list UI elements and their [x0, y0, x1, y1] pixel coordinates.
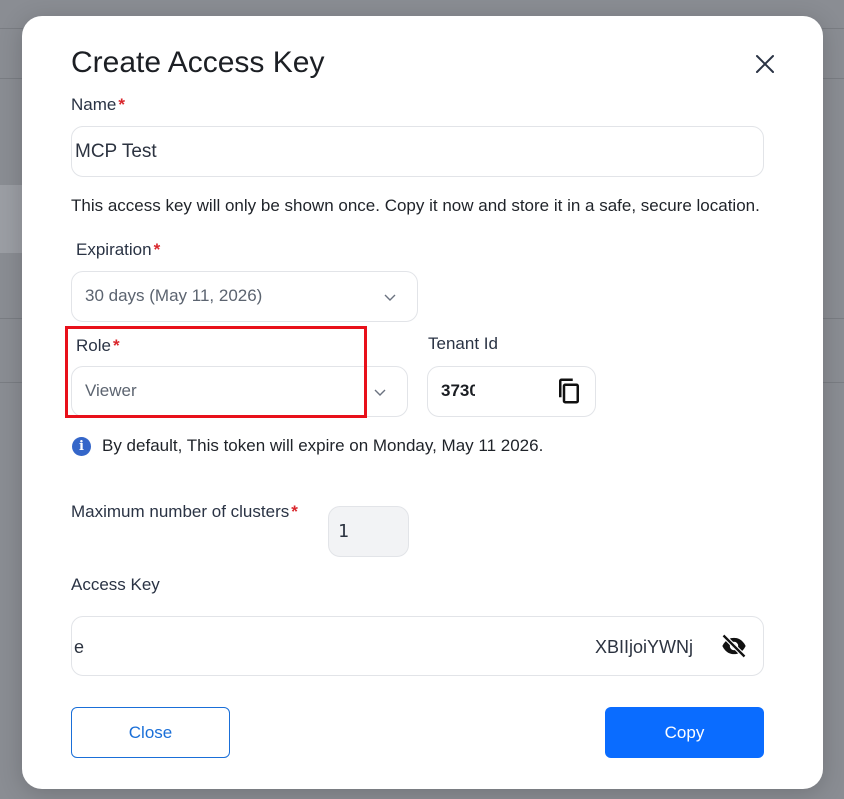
one-time-warning: This access key will only be shown once.…: [71, 196, 760, 215]
expiry-info: i By default, This token will expire on …: [72, 436, 543, 456]
chevron-down-icon: [374, 389, 386, 396]
dialog-title: Create Access Key: [71, 46, 325, 79]
expiration-label-text: Expiration: [76, 240, 152, 259]
name-label: Name *: [71, 95, 125, 115]
expiry-info-text: By default, This token will expire on Mo…: [102, 436, 544, 455]
info-icon: i: [72, 436, 91, 456]
required-mark: *: [118, 95, 125, 114]
name-input-value: MCP Test: [75, 140, 157, 162]
close-icon[interactable]: [753, 52, 777, 76]
tenant-id-label: Tenant Id: [428, 334, 498, 353]
expiration-selected-value: 30 days (May 11, 2026): [85, 286, 263, 305]
close-button[interactable]: Close: [71, 707, 230, 758]
required-mark: *: [291, 502, 298, 521]
max-clusters-label: Maximum number of clusters *: [71, 502, 298, 522]
access-key-field[interactable]: e XBIIjoiYWNj: [71, 616, 764, 676]
access-key-value-tail: XBIIjoiYWNj: [595, 637, 694, 657]
access-key-label: Access Key: [71, 575, 160, 594]
role-highlight-box: [65, 326, 367, 418]
expiration-label: Expiration *: [76, 240, 160, 260]
max-clusters-input[interactable]: 1: [328, 506, 409, 557]
tenant-id-field: 3730: [427, 366, 596, 417]
copy-icon[interactable]: [554, 376, 584, 406]
background-row: [0, 185, 22, 253]
tenant-id-value: 3730: [441, 381, 475, 400]
create-access-key-dialog: Create Access Key Name * MCP Test This ac…: [22, 16, 823, 789]
copy-button[interactable]: Copy: [605, 707, 764, 758]
max-clusters-label-text: Maximum number of clusters: [71, 502, 290, 521]
chevron-down-icon: [384, 294, 396, 301]
name-input[interactable]: MCP Test: [71, 126, 764, 177]
access-key-value-start: e: [74, 637, 85, 657]
required-mark: *: [153, 240, 161, 259]
expiration-select[interactable]: 30 days (May 11, 2026): [71, 271, 418, 322]
eye-off-icon[interactable]: [720, 632, 748, 660]
name-label-text: Name: [71, 95, 117, 114]
max-clusters-value: 1: [338, 521, 349, 542]
